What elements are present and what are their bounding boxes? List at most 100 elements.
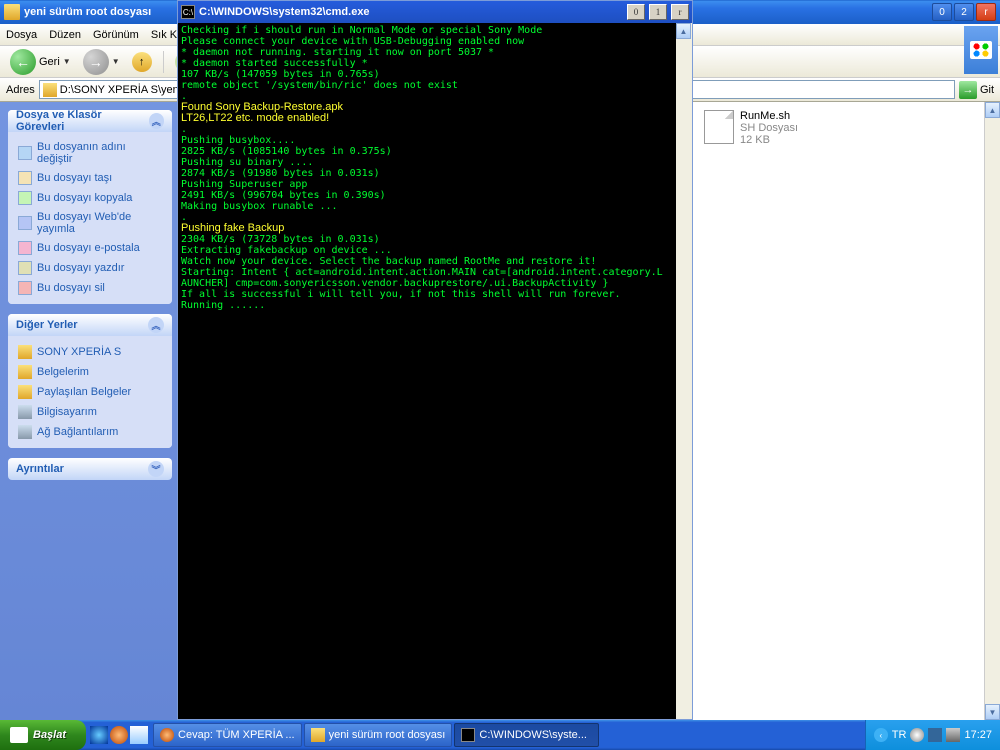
scrollbar[interactable]: ▲ ▼ — [984, 102, 1000, 720]
task-label: C:\WINDOWS\syste... — [479, 729, 587, 741]
taskbar-item-firefox[interactable]: Cevap: TÜM XPERİA ... — [153, 723, 302, 747]
file-item[interactable]: RunMe.sh SH Dosyası 12 KB — [700, 106, 802, 150]
taskbar-item-cmd[interactable]: C:\WINDOWS\syste... — [454, 723, 599, 747]
panel-header[interactable]: Dosya ve Klasör Görevleri ︽ — [8, 110, 172, 132]
firefox-icon — [160, 728, 174, 742]
task-link[interactable]: Bu dosyayı e-postala — [18, 238, 162, 258]
task-icon — [18, 281, 32, 295]
folder-icon — [311, 728, 325, 742]
panel-header[interactable]: Diğer Yerler ︽ — [8, 314, 172, 336]
quick-launch — [86, 726, 152, 744]
close-button[interactable]: r — [976, 3, 996, 21]
tray-icon[interactable] — [910, 728, 924, 742]
tray-expand-icon[interactable]: ‹ — [874, 728, 888, 742]
up-button[interactable]: ↑ — [128, 50, 156, 74]
place-label: Paylaşılan Belgeler — [37, 386, 131, 398]
task-link[interactable]: Bu dosyayı yazdır — [18, 258, 162, 278]
system-tray[interactable]: ‹ TR 17:27 — [865, 720, 1000, 750]
other-places-panel: Diğer Yerler ︽ SONY XPERİA S Belgelerim Pa… — [8, 314, 172, 448]
menu-view[interactable]: Görünüm — [93, 29, 139, 41]
cmd-title-text: C:\WINDOWS\system32\cmd.exe — [199, 6, 623, 18]
address-label: Adres — [6, 84, 35, 96]
forward-button[interactable]: → ▼ — [79, 47, 124, 77]
clock[interactable]: 17:27 — [964, 729, 992, 741]
task-link[interactable]: Bu dosyanın adını değiştir — [18, 138, 162, 168]
scrollbar[interactable]: ▲ — [676, 23, 692, 719]
file-size: 12 KB — [740, 134, 798, 146]
cmd-output: Checking if i should run in Normal Mode … — [178, 23, 676, 719]
place-link[interactable]: Bilgisayarım — [18, 402, 162, 422]
folder-up-icon: ↑ — [132, 52, 152, 72]
close-button[interactable]: r — [671, 4, 689, 20]
place-icon — [18, 405, 32, 419]
taskbar-item-explorer[interactable]: yeni sürüm root dosyası — [304, 723, 453, 747]
throbber — [964, 26, 998, 74]
go-button[interactable]: → Git — [959, 81, 994, 99]
file-tasks-panel: Dosya ve Klasör Görevleri ︽ Bu dosyanın … — [8, 110, 172, 304]
maximize-button[interactable]: 2 — [954, 3, 974, 21]
task-label: Bu dosyayı taşı — [37, 172, 112, 184]
place-link[interactable]: Paylaşılan Belgeler — [18, 382, 162, 402]
cmd-icon: C:\ — [181, 5, 195, 19]
dropdown-arrow-icon[interactable]: ▼ — [63, 57, 71, 66]
file-icon — [704, 110, 734, 144]
details-panel: Ayrıntılar ︾ — [8, 458, 172, 480]
tray-icon[interactable] — [946, 728, 960, 742]
go-arrow-icon: → — [959, 81, 977, 99]
windows-flag-icon — [10, 727, 28, 743]
task-label: Bu dosyayı yazdır — [37, 262, 124, 274]
panel-header[interactable]: Ayrıntılar ︾ — [8, 458, 172, 480]
chevron-up-icon[interactable]: ︽ — [149, 113, 164, 129]
cmd-titlebar[interactable]: C:\ C:\WINDOWS\system32\cmd.exe 0 1 r — [178, 1, 692, 23]
task-icon — [18, 191, 32, 205]
panel-title: Ayrıntılar — [16, 463, 64, 475]
menu-file[interactable]: Dosya — [6, 29, 37, 41]
task-link[interactable]: Bu dosyayı sil — [18, 278, 162, 298]
menu-edit[interactable]: Düzen — [49, 29, 81, 41]
taskbar: Başlat Cevap: TÜM XPERİA ... yeni sürüm … — [0, 720, 1000, 750]
show-desktop-icon[interactable] — [90, 726, 108, 744]
task-icon — [18, 171, 32, 185]
place-icon — [18, 345, 32, 359]
place-icon — [18, 425, 32, 439]
task-label: Cevap: TÜM XPERİA ... — [178, 729, 295, 741]
task-label: yeni sürüm root dosyası — [329, 729, 446, 741]
back-button[interactable]: ← Geri ▼ — [6, 47, 75, 77]
task-label: Bu dosyayı sil — [37, 282, 105, 294]
task-icon — [18, 241, 32, 255]
place-label: Belgelerim — [37, 366, 89, 378]
place-label: SONY XPERİA S — [37, 346, 121, 358]
minimize-button[interactable]: 0 — [627, 4, 645, 20]
scroll-down-button[interactable]: ▼ — [985, 704, 1000, 720]
file-name: RunMe.sh — [740, 110, 798, 122]
maximize-button[interactable]: 1 — [649, 4, 667, 20]
start-label: Başlat — [33, 729, 66, 741]
cmd-icon — [461, 728, 475, 742]
scroll-up-button[interactable]: ▲ — [985, 102, 1000, 118]
place-link[interactable]: Belgelerim — [18, 362, 162, 382]
firefox-icon[interactable] — [110, 726, 128, 744]
dropdown-arrow-icon[interactable]: ▼ — [112, 57, 120, 66]
task-label: Bu dosyayı kopyala — [37, 192, 132, 204]
task-link[interactable]: Bu dosyayı Web'de yayımla — [18, 208, 162, 238]
scroll-up-button[interactable]: ▲ — [676, 23, 691, 39]
folder-icon — [43, 83, 57, 97]
minimize-button[interactable]: 0 — [932, 3, 952, 21]
task-link[interactable]: Bu dosyayı taşı — [18, 168, 162, 188]
place-link[interactable]: SONY XPERİA S — [18, 342, 162, 362]
tray-icon[interactable] — [928, 728, 942, 742]
task-label: Bu dosyayı Web'de yayımla — [37, 211, 162, 235]
task-link[interactable]: Bu dosyayı kopyala — [18, 188, 162, 208]
place-label: Bilgisayarım — [37, 406, 97, 418]
place-link[interactable]: Ağ Bağlantılarım — [18, 422, 162, 442]
cmd-window: C:\ C:\WINDOWS\system32\cmd.exe 0 1 r Ch… — [177, 0, 693, 720]
forward-icon: → — [83, 49, 109, 75]
app-icon[interactable] — [130, 726, 148, 744]
task-icon — [18, 261, 32, 275]
task-icon — [18, 216, 32, 230]
chevron-down-icon[interactable]: ︾ — [148, 461, 164, 477]
start-button[interactable]: Başlat — [0, 720, 86, 750]
tasks-sidebar: Dosya ve Klasör Görevleri ︽ Bu dosyanın … — [0, 102, 180, 720]
chevron-up-icon[interactable]: ︽ — [148, 317, 164, 333]
language-indicator[interactable]: TR — [892, 729, 907, 741]
